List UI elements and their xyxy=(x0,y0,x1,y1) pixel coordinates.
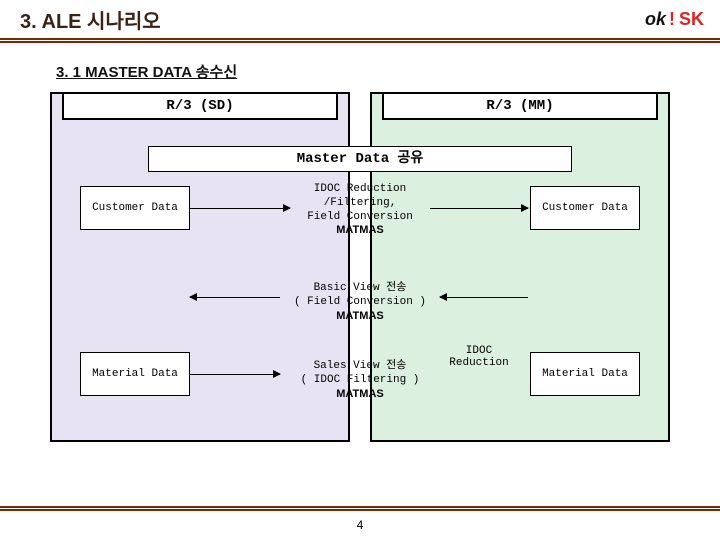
proc1-line3: Field Conversion xyxy=(295,211,425,225)
material-data-right: Material Data xyxy=(530,352,640,396)
footer-line-2 xyxy=(0,509,720,511)
arrow-basic-view-right xyxy=(440,297,528,298)
logo-ok-text: ok xyxy=(645,9,666,30)
material-data-left: Material Data xyxy=(80,352,190,396)
logo: ok! SK xyxy=(645,9,704,30)
proc2-matmas: MATMAS xyxy=(282,310,438,324)
header-underline xyxy=(0,41,720,43)
idoc-reduction-label: IDOC Reduction xyxy=(434,345,524,369)
logo-sk-text: SK xyxy=(679,9,704,30)
arrow-basic-view-left xyxy=(190,297,280,298)
process-customer-flow: IDOC Reduction /Filtering, Field Convers… xyxy=(295,183,425,238)
proc2-line1: Basic View 전송 xyxy=(282,282,438,296)
customer-data-right: Customer Data xyxy=(530,186,640,230)
arrow-sales-view xyxy=(190,374,280,375)
logo-bang-icon: ! xyxy=(669,9,675,30)
proc2-line2: ( Field Conversion ) xyxy=(282,296,438,310)
panel-sd-header: R/3 (SD) xyxy=(62,92,338,120)
arrow-proc-to-cust-right xyxy=(430,208,528,209)
panel-mm-header: R/3 (MM) xyxy=(382,92,658,120)
footer-line-1 xyxy=(0,506,720,508)
proc3-line1: Sales View 전송 xyxy=(282,360,438,374)
proc3-matmas: MATMAS xyxy=(282,388,438,402)
page-number: 4 xyxy=(0,518,720,532)
proc3-line2: ( IDOC Filtering ) xyxy=(282,374,438,388)
proc1-line1: IDOC Reduction xyxy=(295,183,425,197)
arrow-cust-to-proc xyxy=(190,208,290,209)
master-data-share-label: Master Data 공유 xyxy=(148,146,572,172)
process-sales-view: Sales View 전송 ( IDOC Filtering ) MATMAS xyxy=(282,360,438,401)
section-subtitle: 3. 1 MASTER DATA 송수신 xyxy=(56,61,720,82)
page-title: 3. ALE 시나리오 xyxy=(20,5,161,34)
proc1-matmas: MATMAS xyxy=(295,224,425,238)
slide-header: 3. ALE 시나리오 ok! SK xyxy=(0,0,720,40)
process-basic-view: Basic View 전송 ( Field Conversion ) MATMA… xyxy=(282,282,438,323)
proc1-line2: /Filtering, xyxy=(295,197,425,211)
ale-diagram: R/3 (SD) R/3 (MM) Master Data 공유 Custome… xyxy=(50,92,670,446)
customer-data-left: Customer Data xyxy=(80,186,190,230)
